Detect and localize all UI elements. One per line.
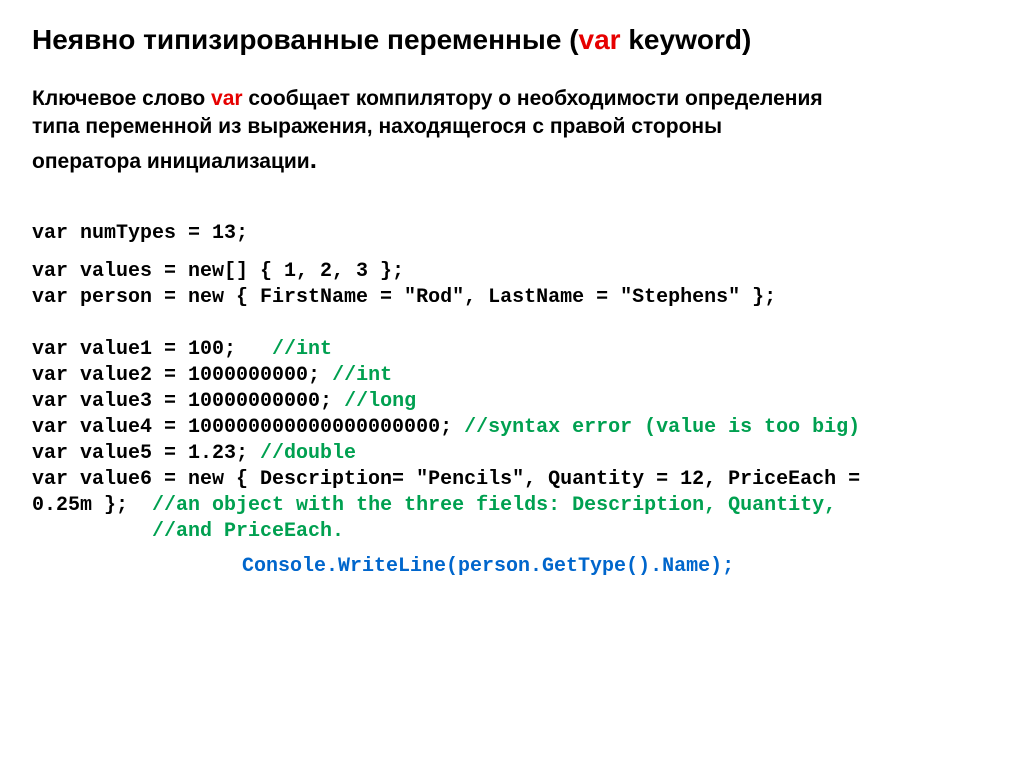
desc-line1b: сообщает компилятору о необходимости опр… [243,87,823,110]
code-comment-int2: //int [332,364,392,387]
desc-period: . [310,144,317,174]
console-writeline: Console.WriteLine(person.GetType().Name)… [32,555,992,578]
code-comment-syntax-error: //syntax error (value is too big) [464,416,860,439]
code-comment-object1: //an object with the three fields: Descr… [152,494,836,517]
desc-line1a: Ключевое слово [32,87,211,110]
title-post: keyword) [621,24,752,55]
title-pre: Неявно типизированные переменные ( [32,24,579,55]
code-line-5a: var value2 = 1000000000; [32,364,332,387]
code-line-7a: var value4 = 100000000000000000000; [32,416,464,439]
code-comment-double: //double [260,442,356,465]
code-line-2: var values = new[] { 1, 2, 3 }; [32,260,404,283]
code-comment-int1: //int [272,338,332,361]
code-comment-object2: //and PriceEach. [32,520,344,543]
desc-line2: типа переменной из выражения, находящего… [32,115,722,138]
title-var-keyword: var [579,24,621,55]
description-paragraph: Ключевое слово var сообщает компилятору … [32,85,992,177]
desc-var-keyword: var [211,87,243,110]
code-comment-long: //long [344,390,416,413]
code-gap [32,247,992,259]
code-line-4a: var value1 = 100; [32,338,272,361]
code-line-9: var value6 = new { Description= "Pencils… [32,468,860,491]
code-line-8a: var value5 = 1.23; [32,442,260,465]
code-block: var numTypes = 13; var values = new[] { … [32,221,992,545]
page-title: Неявно типизированные переменные (var ke… [32,22,992,57]
code-line-10a: 0.25m }; [32,494,152,517]
slide: Неявно типизированные переменные (var ke… [0,0,1024,767]
code-line-3: var person = new { FirstName = "Rod", La… [32,286,776,309]
code-line-6a: var value3 = 10000000000; [32,390,344,413]
code-line-1: var numTypes = 13; [32,222,248,245]
desc-line3: оператора инициализации [32,150,310,173]
